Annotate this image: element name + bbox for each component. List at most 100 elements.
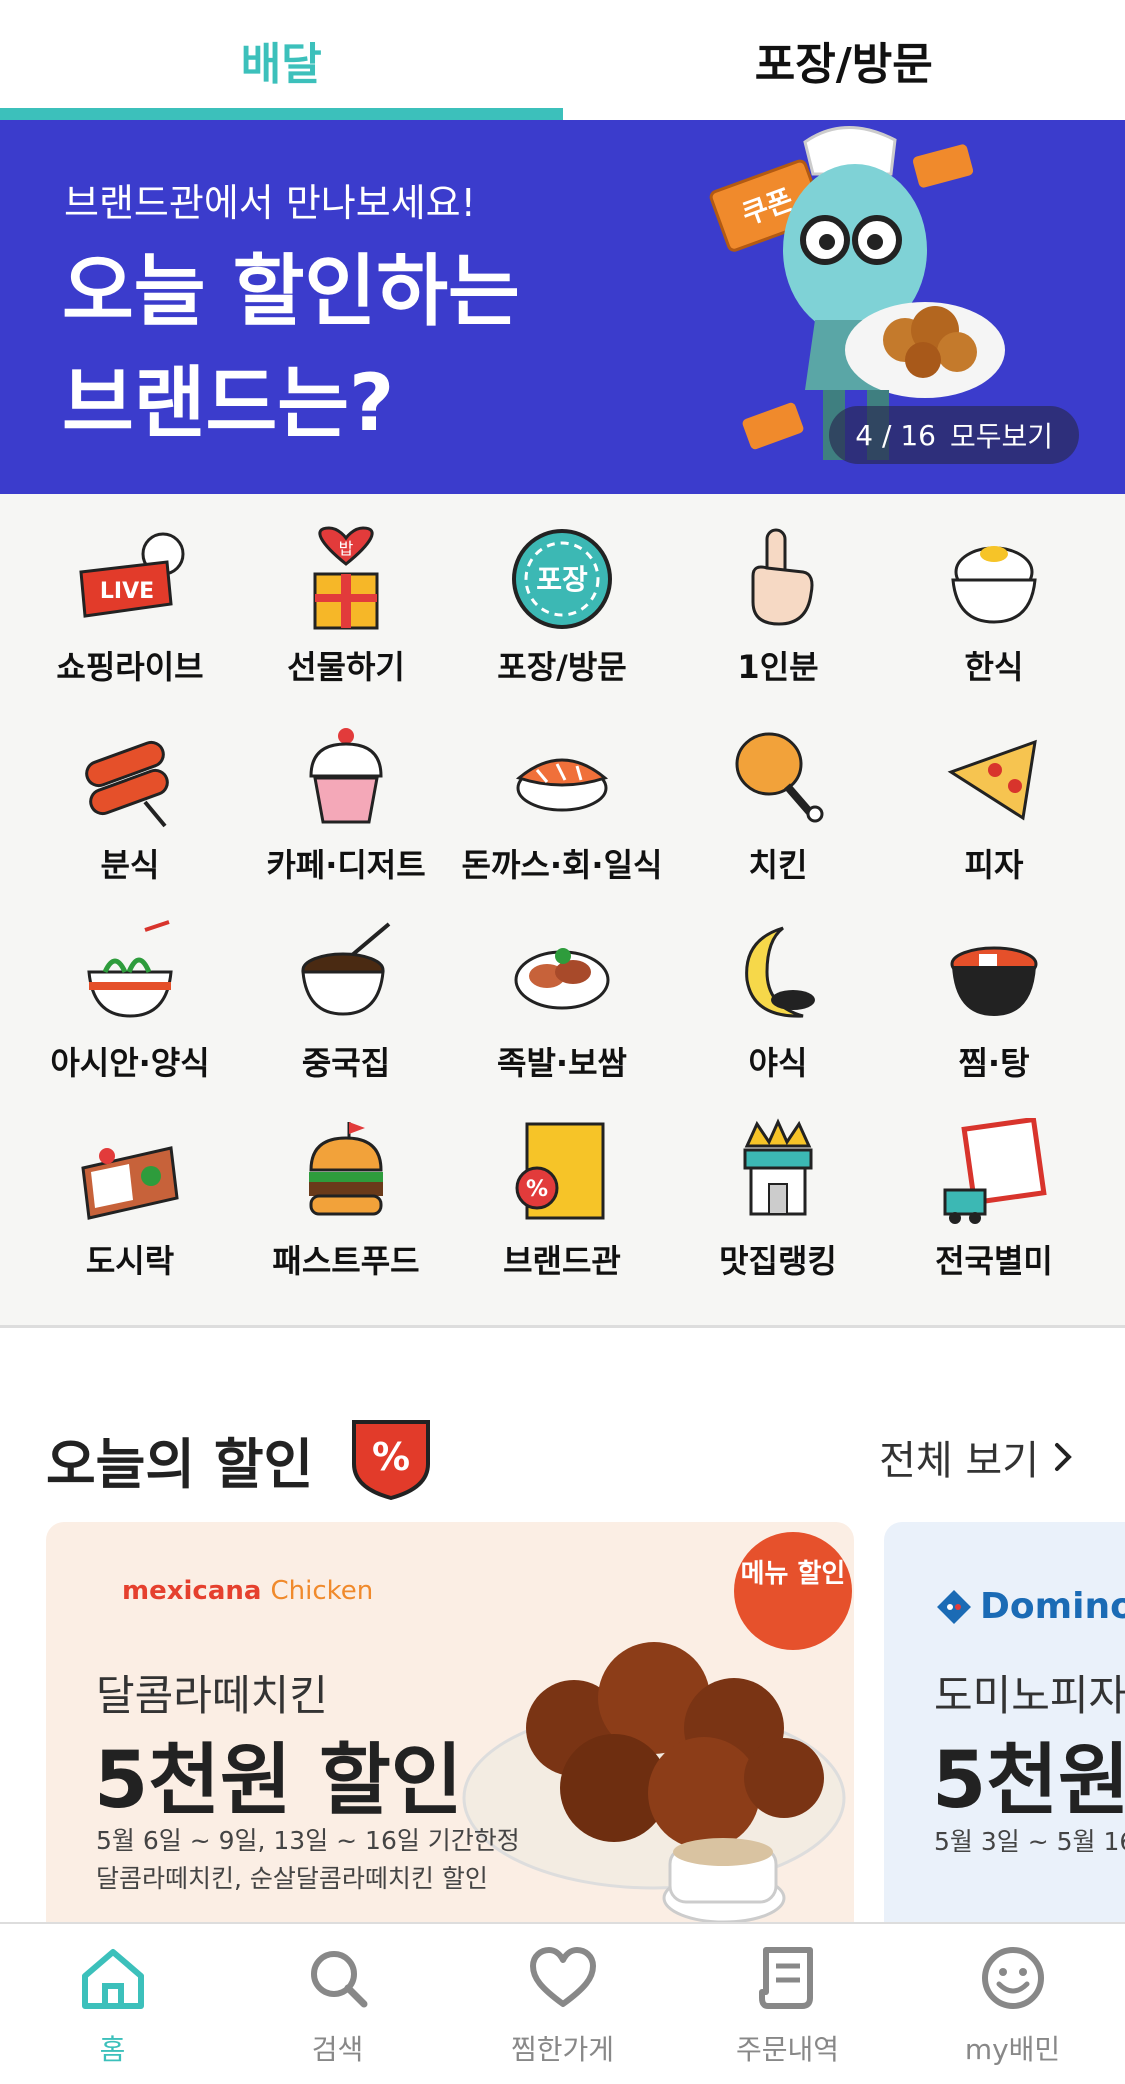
category-grid: LIVE 쇼핑라이브 밥 선물하기 포장 포장/방문 1인분 한식 분식 카페·…: [0, 494, 1125, 1328]
category-shopping-live[interactable]: LIVE 쇼핑라이브: [22, 502, 238, 698]
todays-discount-section: 오늘의 할인 % 전체 보기 mexicana Chicken 메뉴 할인 달콤…: [0, 1358, 1125, 1924]
category-fastfood[interactable]: 패스트푸드: [238, 1096, 454, 1292]
category-label: 한식: [964, 648, 1024, 686]
gimbap-icon: [85, 740, 169, 828]
nav-search[interactable]: 검색: [225, 1924, 450, 2084]
card-period: 5월 6일 ~ 9일, 13일 ~ 16일 기간한정: [96, 1826, 520, 1855]
category-label: 쇼핑라이브: [56, 648, 204, 686]
home-icon: [81, 1949, 144, 2009]
svg-text:LIVE: LIVE: [100, 579, 154, 604]
smiley-icon: [981, 1947, 1044, 2009]
tab-takeout[interactable]: 포장/방문: [563, 0, 1125, 120]
svg-text:밥: 밥: [339, 539, 354, 558]
category-label: 브랜드관: [503, 1242, 621, 1280]
category-stew[interactable]: 찜·탕: [886, 898, 1102, 1094]
tab-delivery[interactable]: 배달: [0, 0, 563, 120]
nav-label: 검색: [311, 2033, 364, 2066]
category-label: 1인분: [737, 648, 819, 686]
bottom-navigation: 홈 검색 찜한가게 주문내역 my배민: [0, 1922, 1125, 2084]
category-bunsik[interactable]: 분식: [22, 700, 238, 896]
category-chicken[interactable]: 치킨: [670, 700, 886, 896]
noodle-bowl-icon: [87, 920, 173, 1018]
nav-home[interactable]: 홈: [0, 1924, 225, 2084]
category-label: 포장/방문: [497, 648, 627, 686]
takeout-icon: 포장: [512, 529, 612, 629]
discount-card-mexicana[interactable]: mexicana Chicken 메뉴 할인 달콤라떼치킨 5천원 할인 5월 …: [46, 1522, 854, 1924]
category-label: 야식: [748, 1044, 808, 1082]
category-jokbal-bossam[interactable]: 족발·보쌈: [454, 898, 670, 1094]
rice-bowl-icon: [951, 546, 1037, 624]
stew-pot-icon: [950, 946, 1038, 1016]
burger-icon: [309, 1122, 383, 1216]
card-detail: 5월 6일 ~ 9일, 13일 ~ 16일 기간한정 달콤라떼치킨, 순살달콤라…: [96, 1822, 520, 1898]
cupcake-icon: [309, 728, 383, 824]
nav-label: my배민: [964, 2033, 1061, 2066]
category-label: 맛집랭킹: [719, 1242, 837, 1280]
svg-text:%: %: [372, 1435, 410, 1479]
category-korean[interactable]: 한식: [886, 502, 1102, 698]
category-late-night[interactable]: 야식: [670, 898, 886, 1094]
live-icon: LIVE: [79, 532, 185, 618]
category-label: 찜·탕: [958, 1044, 1030, 1082]
one-serving-icon: [751, 528, 814, 626]
nav-label: 홈: [99, 2033, 126, 2066]
moon-icon: [745, 926, 815, 1018]
category-japanese[interactable]: 돈까스·회·일식: [454, 700, 670, 896]
category-label: 치킨: [748, 846, 808, 884]
brand-name: mexicana: [122, 1576, 262, 1606]
nav-my[interactable]: my배민: [900, 1924, 1125, 2084]
category-label: 카페·디저트: [266, 846, 426, 884]
category-pizza[interactable]: 피자: [886, 700, 1102, 896]
category-cafe-dessert[interactable]: 카페·디저트: [238, 700, 454, 896]
category-brand[interactable]: % 브랜드관: [454, 1096, 670, 1292]
card-period: 5월 3일 ~ 5월 16일: [934, 1827, 1125, 1856]
card-brand-logo: mexicana Chicken: [122, 1576, 373, 1606]
promo-banner[interactable]: 브랜드관에서 만나보세요! 오늘 할인하는 브랜드는? 쿠폰 4 / 16 모두…: [0, 120, 1125, 494]
receipt-icon: [758, 1947, 813, 2009]
nationwide-icon: [943, 1118, 1047, 1224]
banner-subtitle: 브랜드관에서 만나보세요!: [64, 181, 476, 225]
ranking-store-icon: [743, 1118, 813, 1216]
brand-sub: Chicken: [270, 1576, 374, 1606]
domino-logo-icon: [937, 1589, 971, 1624]
svg-text:포장: 포장: [536, 563, 588, 596]
card-brand-logo: Domino: [936, 1586, 1125, 1627]
category-gift[interactable]: 밥 선물하기: [238, 502, 454, 698]
view-all-label: 전체 보기: [879, 1438, 1039, 1484]
nav-orders[interactable]: 주문내역: [675, 1924, 900, 2084]
svg-text:%: %: [526, 1177, 548, 1202]
category-chinese[interactable]: 중국집: [238, 898, 454, 1094]
category-takeout[interactable]: 포장 포장/방문: [454, 502, 670, 698]
category-asian-western[interactable]: 아시안·양식: [22, 898, 238, 1094]
category-nationwide[interactable]: 전국별미: [886, 1096, 1102, 1292]
category-label: 분식: [100, 846, 160, 884]
card-discount-amount: 5천원: [932, 1736, 1125, 1826]
category-label: 아시안·양식: [50, 1044, 210, 1082]
category-one-serving[interactable]: 1인분: [670, 502, 886, 698]
chicken-leg-icon: [735, 732, 824, 823]
pizza-icon: [947, 739, 1037, 821]
brand-name: Domino: [980, 1586, 1125, 1627]
brand-icon: %: [515, 1122, 605, 1220]
category-label: 돈까스·회·일식: [461, 846, 663, 884]
banner-view-all: 모두보기: [949, 420, 1053, 453]
discount-card-dominos[interactable]: Domino 도미노피자 5천원 5월 3일 ~ 5월 16일: [884, 1522, 1125, 1924]
menu-discount-tag: 메뉴 할인: [734, 1532, 852, 1650]
view-all-link[interactable]: 전체 보기: [879, 1428, 1077, 1486]
jokbal-icon: [514, 948, 610, 1010]
search-icon: [310, 1951, 367, 2008]
category-lunchbox[interactable]: 도시락: [22, 1096, 238, 1292]
nav-favorites[interactable]: 찜한가게: [450, 1924, 675, 2084]
banner-pager[interactable]: 4 / 16 모두보기: [829, 406, 1079, 464]
jjajang-icon: [301, 922, 391, 1016]
card-menu-name: 도미노피자: [934, 1671, 1125, 1720]
category-ranking[interactable]: 맛집랭킹: [670, 1096, 886, 1292]
nav-label: 찜한가게: [510, 2033, 615, 2066]
sushi-icon: [515, 758, 609, 812]
category-label: 족발·보쌈: [497, 1044, 627, 1082]
category-label: 선물하기: [287, 648, 405, 686]
banner-title: 오늘 할인하는 브랜드는?: [62, 247, 520, 449]
nav-label: 주문내역: [735, 2033, 840, 2066]
category-label: 전국별미: [935, 1242, 1053, 1280]
chevron-right-icon: [1055, 1443, 1072, 1471]
